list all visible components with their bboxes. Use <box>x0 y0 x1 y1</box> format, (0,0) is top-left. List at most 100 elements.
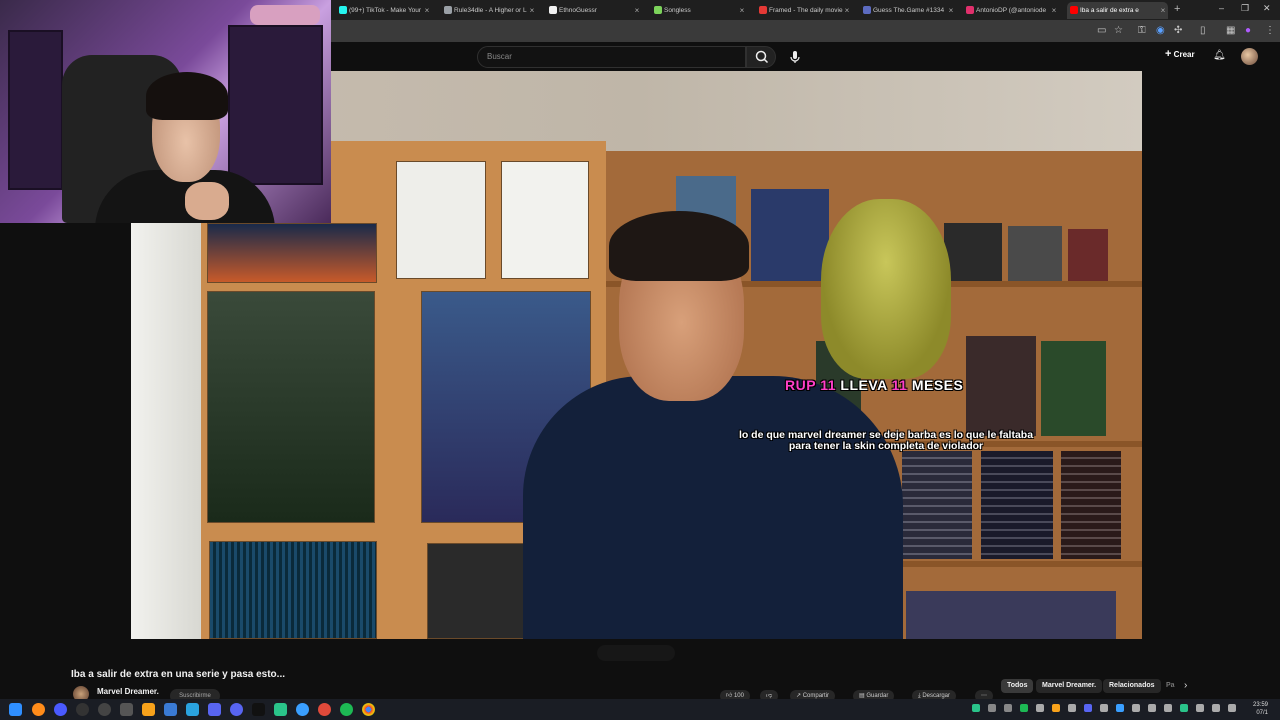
search-taskbar-icon[interactable] <box>32 703 45 716</box>
app-taskbar-icon[interactable] <box>120 703 133 716</box>
volume-icon[interactable] <box>1212 704 1220 712</box>
tray-icon[interactable] <box>1068 704 1076 712</box>
tray-icon[interactable] <box>1036 704 1044 712</box>
wifi-icon[interactable] <box>1196 704 1204 712</box>
tray-icon[interactable] <box>1148 704 1156 712</box>
cast-icon[interactable]: ▭ <box>1097 25 1106 36</box>
poster-matrix <box>209 541 377 639</box>
tab-title: EthnoGuessr <box>559 7 597 14</box>
account-avatar[interactable] <box>1241 48 1258 65</box>
app-taskbar-icon[interactable] <box>296 703 309 716</box>
close-tab-icon[interactable]: × <box>737 2 747 19</box>
webcam-shelf <box>228 25 323 185</box>
tray-icon[interactable] <box>1100 704 1108 712</box>
create-button[interactable]: + Crear <box>1165 48 1195 60</box>
tab-instagram[interactable]: AntonioDP (@antoniode × <box>963 2 1059 19</box>
close-tab-icon[interactable]: × <box>632 2 642 19</box>
songless-favicon-icon <box>654 6 662 14</box>
chevron-right-icon[interactable]: › <box>1184 680 1187 691</box>
tab-songless[interactable]: Songless × <box>651 2 747 19</box>
battery-icon[interactable] <box>1228 704 1236 712</box>
guess-the-game-favicon-icon <box>863 6 871 14</box>
tab-title: Framed - The daily movie <box>769 7 843 14</box>
minimize-button[interactable]: – <box>1219 3 1224 13</box>
tray-icon[interactable] <box>972 704 980 712</box>
spotify-taskbar-icon[interactable] <box>340 703 353 716</box>
tray-icon[interactable] <box>1132 704 1140 712</box>
video-title: Iba a salir de extra en una serie y pasa… <box>71 669 285 680</box>
tab-title: AntonioDP (@antoniode <box>976 7 1047 14</box>
tray-icon[interactable] <box>1020 704 1028 712</box>
close-tab-icon[interactable]: × <box>422 2 432 19</box>
tray-icon[interactable] <box>1180 704 1188 712</box>
close-tab-icon[interactable]: × <box>527 2 537 19</box>
discord-taskbar-icon[interactable] <box>230 703 243 716</box>
tab-guess-the-game[interactable]: Guess The.Game #1334 × <box>860 2 956 19</box>
app-taskbar-icon[interactable] <box>54 703 67 716</box>
app-taskbar-icon[interactable] <box>76 703 89 716</box>
chip-marvel-dreamer[interactable]: Marvel Dreamer. <box>1036 679 1103 693</box>
tab-youtube-active[interactable]: Iba a salir de extra e × <box>1067 2 1168 19</box>
search-input[interactable]: Buscar <box>477 46 746 68</box>
telegram-taskbar-icon[interactable] <box>186 703 199 716</box>
tab-framed[interactable]: Framed - The daily movie × <box>756 2 852 19</box>
chrome-taskbar-icon[interactable] <box>362 703 375 716</box>
app-taskbar-icon[interactable] <box>274 703 287 716</box>
video-person-hair <box>609 211 749 281</box>
microphone-icon[interactable] <box>787 49 803 65</box>
close-tab-icon[interactable]: × <box>842 2 852 19</box>
close-window-button[interactable]: ✕ <box>1263 3 1271 14</box>
poster-contraataque <box>207 223 377 283</box>
tray-icon[interactable] <box>1004 704 1012 712</box>
taskbar-clock[interactable]: 23:59 07/1 <box>1253 701 1268 717</box>
extensions-puzzle-icon[interactable]: ✣ <box>1174 25 1182 36</box>
channel-name[interactable]: Marvel Dreamer. <box>97 687 159 696</box>
obs-taskbar-icon[interactable] <box>98 703 111 716</box>
alert-message: lo de que marvel dreamer se deje barba e… <box>738 429 1034 452</box>
tab-ethnoguessr[interactable]: EthnoGuessr × <box>546 2 642 19</box>
chip-todos[interactable]: Todos <box>1001 679 1034 693</box>
new-tab-button[interactable]: + <box>1174 3 1180 15</box>
tab-rule34dle[interactable]: Rule34dle - A Higher or L × <box>441 2 537 19</box>
profile-avatar-icon[interactable]: ● <box>1245 25 1251 36</box>
tab-title: Rule34dle - A Higher or L <box>454 7 527 14</box>
key-icon[interactable]: ⚿ <box>1138 25 1146 36</box>
figure-box <box>1068 229 1108 281</box>
windows-start-icon[interactable] <box>9 703 22 716</box>
split-view-icon[interactable]: ▦ <box>1226 25 1235 36</box>
search-button[interactable] <box>746 46 776 68</box>
tab-tiktok[interactable]: (99+) TikTok - Make Your × <box>336 2 432 19</box>
app-taskbar-icon[interactable] <box>164 703 177 716</box>
close-tab-icon[interactable]: × <box>1049 2 1059 19</box>
search-icon <box>755 50 769 64</box>
streamer-hair <box>146 72 228 120</box>
notifications-bell-icon[interactable]: 🔔︎ <box>1213 50 1226 61</box>
video-curtain <box>131 223 201 639</box>
sidebar-icon[interactable]: ▯ <box>1200 25 1206 36</box>
bookmark-star-icon[interactable]: ☆ <box>1114 25 1123 36</box>
maximize-button[interactable]: ❐ <box>1241 3 1249 14</box>
app-taskbar-icon[interactable] <box>318 703 331 716</box>
tab-title: (99+) TikTok - Make Your <box>349 7 422 14</box>
chip-partial[interactable]: Pa <box>1160 679 1181 693</box>
ethnoguessr-favicon-icon <box>549 6 557 14</box>
app-taskbar-icon[interactable] <box>208 703 221 716</box>
plus-icon: + <box>1165 48 1172 60</box>
alert-username: RUP <box>785 377 816 393</box>
tray-icon[interactable] <box>1116 704 1124 712</box>
webcam-shelf <box>8 30 63 190</box>
close-tab-icon[interactable]: × <box>946 2 956 19</box>
dvd-stack <box>1061 451 1121 559</box>
tray-icon[interactable] <box>1084 704 1092 712</box>
chip-relacionados[interactable]: Relacionados <box>1103 679 1161 693</box>
tray-icon[interactable] <box>988 704 996 712</box>
alert-goblin-emote <box>821 199 951 379</box>
create-label: Crear <box>1173 50 1195 59</box>
tray-icon[interactable] <box>1164 704 1172 712</box>
tiktok-taskbar-icon[interactable] <box>252 703 265 716</box>
tray-icon[interactable] <box>1052 704 1060 712</box>
extension-shield-icon[interactable]: ◉ <box>1156 25 1165 36</box>
app-taskbar-icon[interactable] <box>142 703 155 716</box>
browser-menu-icon[interactable]: ⋮ <box>1265 25 1275 36</box>
close-tab-icon[interactable]: × <box>1158 2 1168 19</box>
